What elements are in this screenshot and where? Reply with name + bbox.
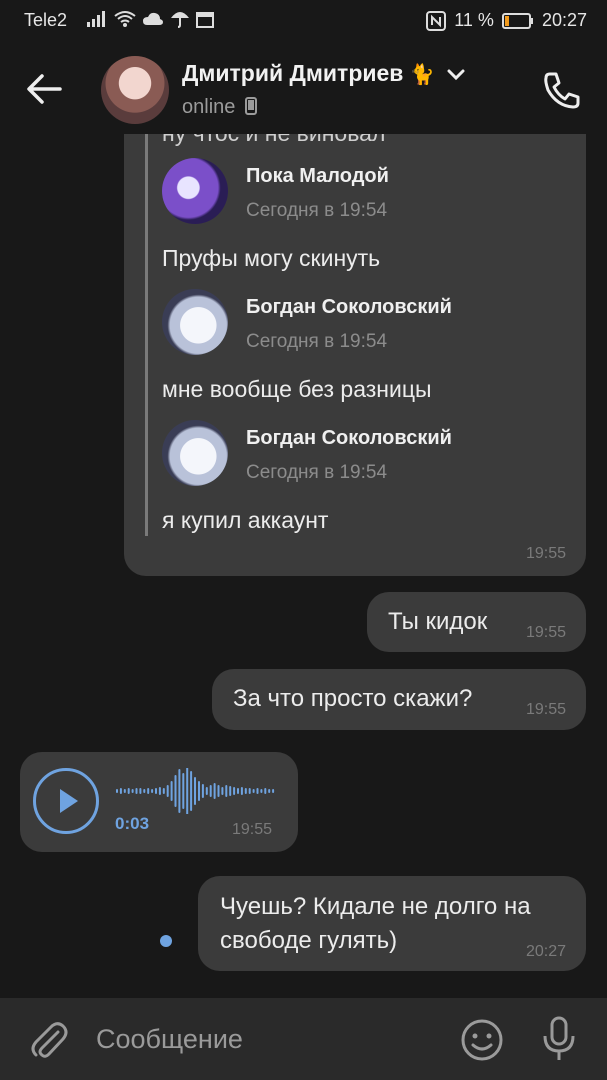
forwarded-message-bubble[interactable]: ну чтос и не виновал Пока Малодой Сегодн… [124, 134, 586, 576]
online-status-text: online [182, 96, 236, 118]
message-text: Ты кидок [388, 608, 488, 635]
voice-message-bubble[interactable]: 0:03 19:55 [20, 752, 298, 852]
contact-name-text: Дмитрий Дмитриев [182, 60, 404, 86]
message-text-line1: Чуешь? Кидале не долго на [220, 893, 531, 920]
forward-text: я купил аккаунт [162, 507, 329, 533]
cloud-icon [143, 12, 163, 25]
chevron-down-icon[interactable] [447, 69, 465, 81]
voice-waveform[interactable] [116, 768, 276, 814]
status-right: 11 % 20:27 [426, 10, 587, 31]
nfc-icon [426, 10, 447, 31]
back-arrow-icon[interactable] [26, 72, 64, 106]
message-time: 19:55 [525, 624, 566, 641]
calendar-icon [196, 12, 214, 28]
play-icon [60, 789, 78, 813]
message-time: 20:27 [525, 943, 566, 960]
voice-duration: 0:03 [115, 814, 150, 833]
status-bar: Tele2 11 % 20:27 [0, 0, 607, 42]
unread-indicator [160, 935, 172, 947]
forward-quote-bar [145, 134, 148, 536]
cut-off-text: ну чтос и не виновал [162, 134, 385, 147]
umbrella-icon [171, 12, 189, 28]
forward-author[interactable]: Богдан Соколовский [246, 296, 452, 319]
message-time: 19:55 [525, 701, 566, 718]
forward-text: мне вообще без разницы [162, 376, 432, 402]
avatar[interactable] [101, 56, 169, 124]
cat-emoji-icon: 🐈 [409, 64, 435, 86]
forward-date: Сегодня в 19:54 [246, 331, 388, 352]
carrier-label: Tele2 [24, 10, 68, 30]
author-avatar[interactable] [162, 289, 228, 355]
message-time: 19:55 [232, 821, 273, 838]
battery-icon [501, 12, 533, 29]
message-text-line2: свободе гулять) [220, 927, 398, 954]
contact-name[interactable]: Дмитрий Дмитриев 🐈 [182, 60, 465, 87]
microphone-icon[interactable] [541, 1016, 577, 1062]
forward-date: Сегодня в 19:54 [246, 200, 388, 221]
message-time: 19:55 [525, 545, 566, 562]
phone-call-icon[interactable] [540, 68, 584, 112]
message-bubble[interactable]: За что просто скажи? 19:55 [212, 669, 586, 730]
message-bubble[interactable]: Ты кидок 19:55 [367, 592, 586, 652]
message-input-bar: Сообщение [0, 998, 607, 1080]
forward-author[interactable]: Богдан Соколовский [246, 427, 452, 450]
message-input[interactable]: Сообщение [96, 1024, 243, 1055]
forward-author[interactable]: Пока Малодой [246, 165, 389, 188]
contact-status: online [182, 96, 257, 119]
signal-icon [87, 11, 105, 27]
message-bubble[interactable]: Чуешь? Кидале не долго на свободе гулять… [198, 876, 586, 971]
status-icons [86, 10, 214, 28]
emoji-smiley-icon[interactable] [460, 1018, 504, 1062]
play-button[interactable] [33, 768, 99, 834]
author-avatar[interactable] [162, 158, 228, 224]
chat-header: Дмитрий Дмитриев 🐈 online [0, 42, 607, 134]
wifi-icon [114, 11, 136, 27]
attach-paperclip-icon[interactable] [28, 1018, 68, 1062]
battery-percent: 11 % [454, 10, 494, 30]
message-text: За что просто скажи? [233, 685, 473, 712]
clock: 20:27 [541, 10, 587, 30]
forward-date: Сегодня в 19:54 [246, 462, 388, 483]
mobile-device-icon [244, 97, 257, 115]
author-avatar[interactable] [162, 420, 228, 486]
forward-text: Пруфы могу скинуть [162, 245, 381, 271]
